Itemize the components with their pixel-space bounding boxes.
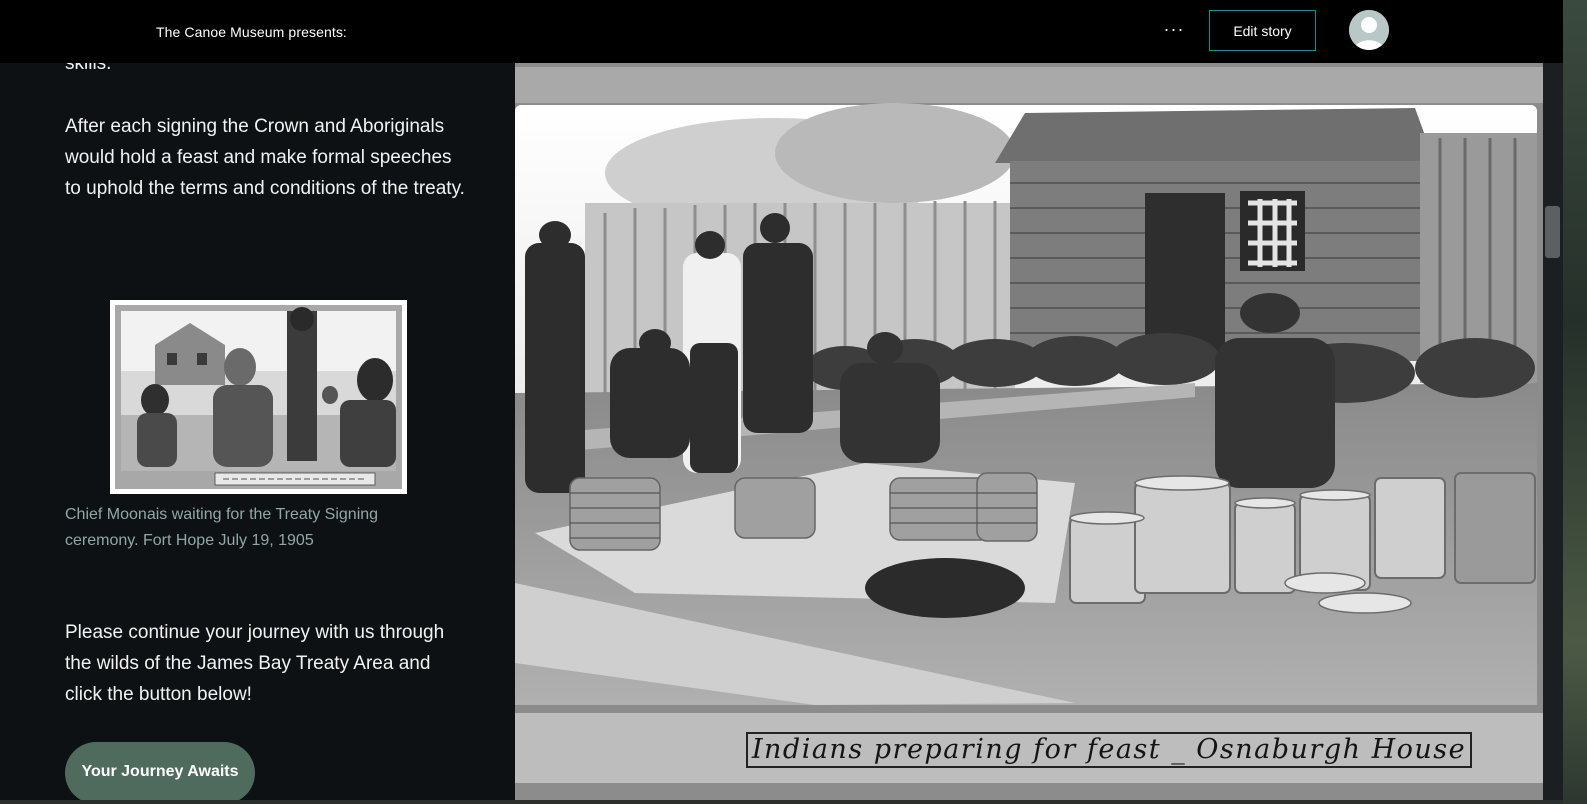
window-edge-bottom: [0, 800, 1563, 804]
feast-photo-image: [515, 63, 1543, 800]
scrollbar-thumb[interactable]: [1545, 206, 1560, 258]
thumbnail-image: [115, 305, 402, 489]
vertical-scrollbar[interactable]: [1543, 0, 1563, 800]
more-options-icon[interactable]: ···: [1160, 14, 1188, 48]
user-avatar-icon[interactable]: [1349, 10, 1389, 50]
edit-story-button[interactable]: Edit story: [1209, 10, 1316, 51]
continue-paragraph: Please continue your journey with us thr…: [65, 622, 445, 705]
thumbnail-caption: Chief Moonais waiting for the Treaty Sig…: [65, 506, 379, 549]
story-header: The Canoe Museum presents: ··· Edit stor…: [0, 0, 1563, 63]
chief-moonais-thumbnail[interactable]: [110, 300, 407, 494]
avatar-glyph: [1349, 10, 1389, 50]
brand-title: The Canoe Museum presents:: [156, 24, 347, 40]
story-viewer: skills. After each signing the Crown and…: [0, 0, 1563, 800]
thumbnail-photo: [115, 305, 402, 489]
handwritten-caption: Indians preparing for feast _ Osnaburgh …: [751, 734, 1467, 765]
feast-paragraph: After each signing the Crown and Aborigi…: [65, 116, 465, 199]
narrative-panel: skills. After each signing the Crown and…: [0, 0, 515, 800]
feast-photo: Indians preparing for feast _ Osnaburgh …: [515, 63, 1543, 800]
window-edge: [1563, 0, 1587, 804]
journey-button[interactable]: Your Journey Awaits: [65, 742, 255, 800]
